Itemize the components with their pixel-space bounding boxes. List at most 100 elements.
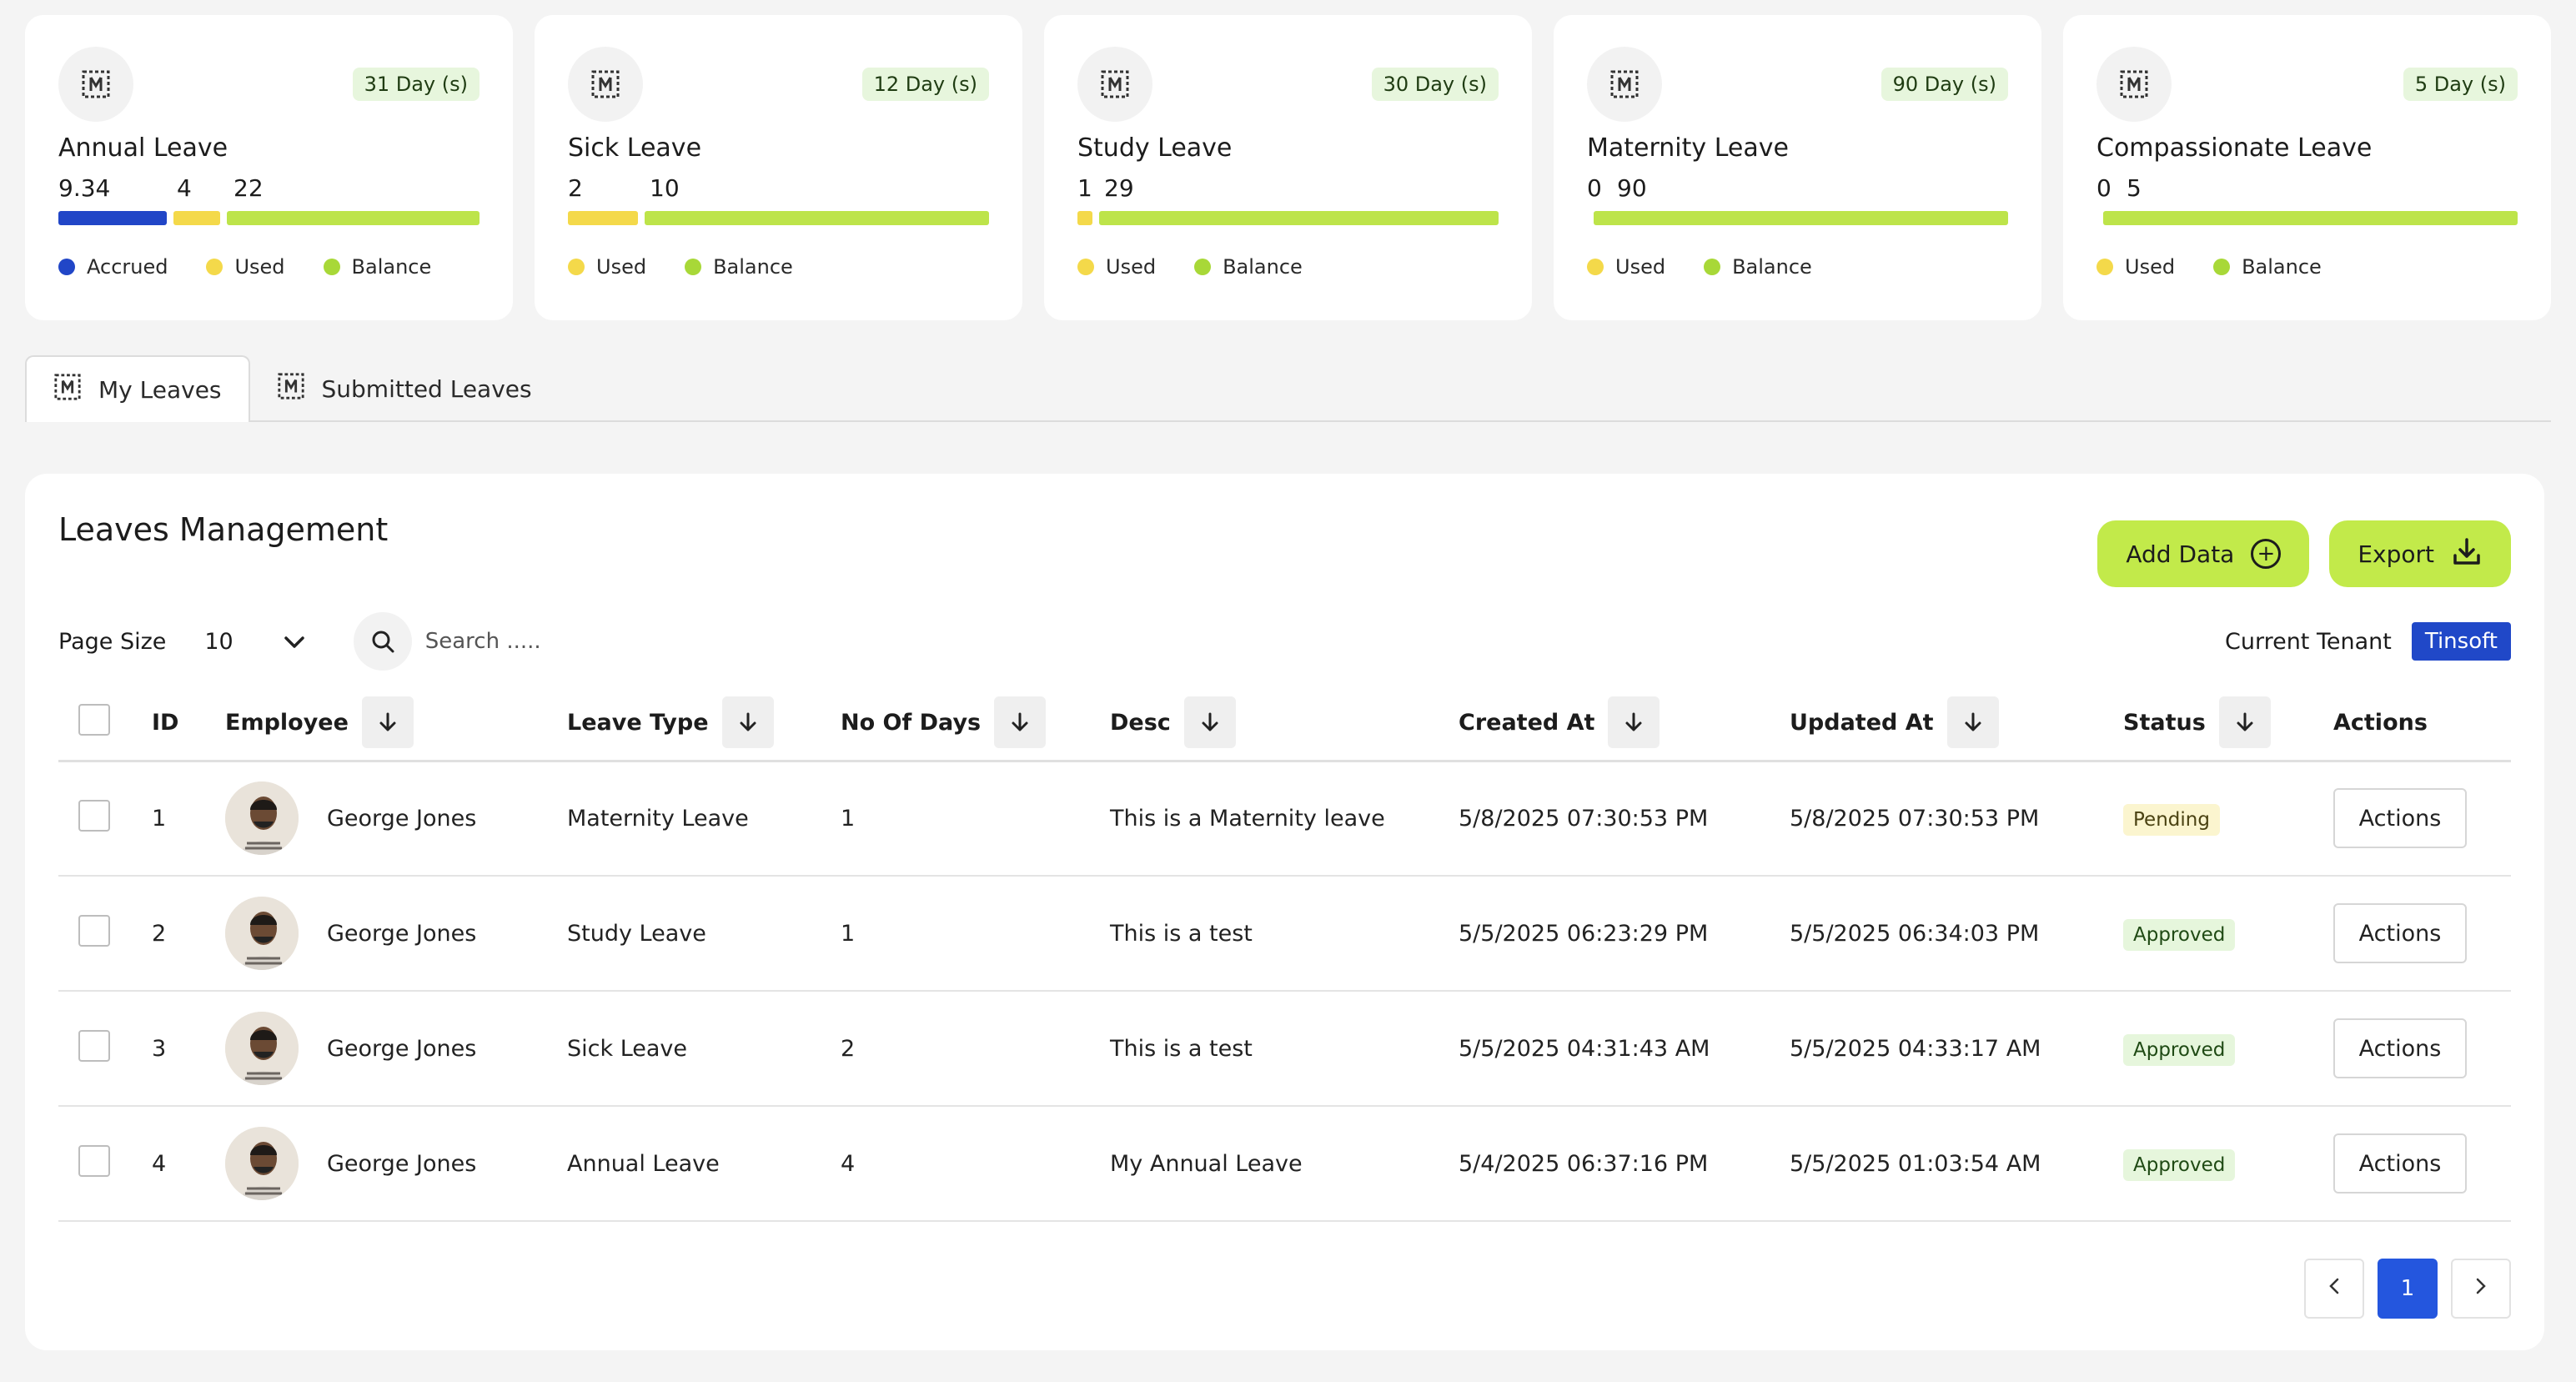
used-value: 0 xyxy=(2096,174,2112,202)
leave-tabs: My Leaves Submitted Leaves xyxy=(25,355,2551,422)
leave-type: Sick Leave xyxy=(567,991,841,1107)
leave-type: Study Leave xyxy=(567,876,841,992)
page-size-select[interactable]: 10 xyxy=(204,629,304,655)
export-button[interactable]: Export xyxy=(2329,520,2511,587)
row-checkbox[interactable] xyxy=(78,1144,110,1177)
table-row: 1 George Jones Maternity Leave 1 This is… xyxy=(58,761,2511,877)
col-desc: Desc xyxy=(1110,709,1171,736)
panel-title: Leaves Management xyxy=(58,511,389,548)
balance-value: 10 xyxy=(650,174,680,202)
actions-button[interactable]: Actions xyxy=(2333,788,2467,849)
updated-at: 5/8/2025 07:30:53 PM xyxy=(1790,761,2123,877)
row-checkbox[interactable] xyxy=(78,914,110,947)
prev-page-button[interactable] xyxy=(2304,1259,2364,1319)
sort-arrow-icon[interactable] xyxy=(1608,696,1660,749)
table-row: 4 George Jones Annual Leave 4 My Annual … xyxy=(58,1106,2511,1222)
used-dot xyxy=(206,259,223,275)
leave-bar xyxy=(1587,211,2008,225)
row-checkbox[interactable] xyxy=(78,799,110,832)
page-size-label: Page Size xyxy=(58,628,167,655)
actions-button[interactable]: Actions xyxy=(2333,903,2467,963)
add-data-button[interactable]: Add Data + xyxy=(2097,520,2310,587)
legend-balance: Balance xyxy=(713,255,793,279)
leave-card-maternity: 90 Day (s) Maternity Leave 0 90 Used Bal… xyxy=(1554,15,2041,320)
created-at: 5/8/2025 07:30:53 PM xyxy=(1459,761,1790,877)
leave-type: Maternity Leave xyxy=(567,761,841,877)
search-input[interactable] xyxy=(424,629,675,654)
tab-my-leaves[interactable]: My Leaves xyxy=(25,355,250,422)
status-badge: Pending xyxy=(2123,803,2220,836)
actions-button[interactable]: Actions xyxy=(2333,1018,2467,1078)
table-header-row: ID Employee Leave Type No Of Days Desc C… xyxy=(58,686,2511,762)
leave-bar xyxy=(2096,211,2518,225)
card-title: Sick Leave xyxy=(568,133,702,163)
legend: Used Balance xyxy=(568,255,989,279)
updated-at: 5/5/2025 06:34:03 PM xyxy=(1790,876,2123,992)
sort-arrow-icon[interactable] xyxy=(721,696,774,749)
avatar xyxy=(225,781,299,856)
sort-arrow-icon[interactable] xyxy=(1946,696,1999,749)
status-badge: Approved xyxy=(2123,918,2236,951)
pagination: 1 xyxy=(2304,1259,2511,1319)
employee-name: George Jones xyxy=(327,920,477,947)
leave-card-annual: 31 Day (s) Annual Leave 9.34 4 22 Accrue… xyxy=(25,15,513,320)
days-badge: 12 Day (s) xyxy=(861,68,989,101)
row-id: 3 xyxy=(152,991,225,1107)
tenant-badge[interactable]: Tinsoft xyxy=(2411,622,2511,661)
next-page-button[interactable] xyxy=(2451,1259,2511,1319)
used-value: 0 xyxy=(1587,174,1602,202)
balance-value: 29 xyxy=(1104,174,1134,202)
chevron-left-icon xyxy=(2328,1276,2340,1301)
sort-arrow-icon[interactable] xyxy=(2218,696,2271,749)
sort-arrow-icon[interactable] xyxy=(361,696,414,749)
legend-used: Used xyxy=(1106,255,1157,279)
chevron-down-icon xyxy=(284,629,305,655)
leave-icon xyxy=(277,372,305,406)
legend: Accrued Used Balance xyxy=(58,255,480,279)
leave-bar xyxy=(568,211,989,225)
legend-used: Used xyxy=(596,255,647,279)
days-badge: 90 Day (s) xyxy=(1881,68,2008,101)
sort-arrow-icon[interactable] xyxy=(994,696,1047,749)
balance-dot xyxy=(2213,259,2231,275)
page-size-value: 10 xyxy=(204,628,233,655)
search-icon[interactable] xyxy=(353,612,412,671)
updated-at: 5/5/2025 04:33:17 AM xyxy=(1790,991,2123,1107)
avatar xyxy=(225,897,299,970)
balance-dot xyxy=(323,259,340,275)
row-checkbox[interactable] xyxy=(78,1029,110,1062)
current-tenant-label: Current Tenant xyxy=(2224,628,2392,655)
select-all-checkbox[interactable] xyxy=(78,703,110,736)
leave-card-sick: 12 Day (s) Sick Leave 2 10 Used Balance xyxy=(535,15,1022,320)
description: My Annual Leave xyxy=(1110,1106,1459,1222)
export-label: Export xyxy=(2358,540,2434,568)
legend-accrued: Accrued xyxy=(87,255,168,279)
leave-icon xyxy=(1077,47,1152,122)
used-segment xyxy=(173,211,220,225)
actions-button[interactable]: Actions xyxy=(2333,1133,2467,1194)
used-segment xyxy=(568,211,638,225)
balance-dot xyxy=(1704,259,1721,275)
balance-dot xyxy=(1194,259,1212,275)
used-dot xyxy=(568,259,585,275)
tab-submitted-leaves[interactable]: Submitted Leaves xyxy=(250,355,559,422)
legend: Used Balance xyxy=(1587,255,2008,279)
page-button-current[interactable]: 1 xyxy=(2378,1259,2438,1319)
col-status: Status xyxy=(2123,709,2206,736)
no-of-days: 1 xyxy=(841,876,1110,992)
created-at: 5/4/2025 06:37:16 PM xyxy=(1459,1106,1790,1222)
legend: Used Balance xyxy=(2096,255,2518,279)
card-title: Annual Leave xyxy=(58,133,228,163)
col-employee: Employee xyxy=(225,709,349,736)
sort-arrow-icon[interactable] xyxy=(1183,696,1236,749)
used-segment xyxy=(1077,211,1092,225)
balance-dot xyxy=(685,259,702,275)
legend-used: Used xyxy=(1615,255,1666,279)
description: This is a test xyxy=(1110,876,1459,992)
leaves-management-panel: Leaves Management Add Data + Export Page… xyxy=(25,474,2544,1350)
legend-balance: Balance xyxy=(1223,255,1303,279)
accrued-segment xyxy=(58,211,167,225)
legend: Used Balance xyxy=(1077,255,1499,279)
table-row: 2 George Jones Study Leave 1 This is a t… xyxy=(58,876,2511,992)
leave-cards: 31 Day (s) Annual Leave 9.34 4 22 Accrue… xyxy=(25,15,2551,320)
